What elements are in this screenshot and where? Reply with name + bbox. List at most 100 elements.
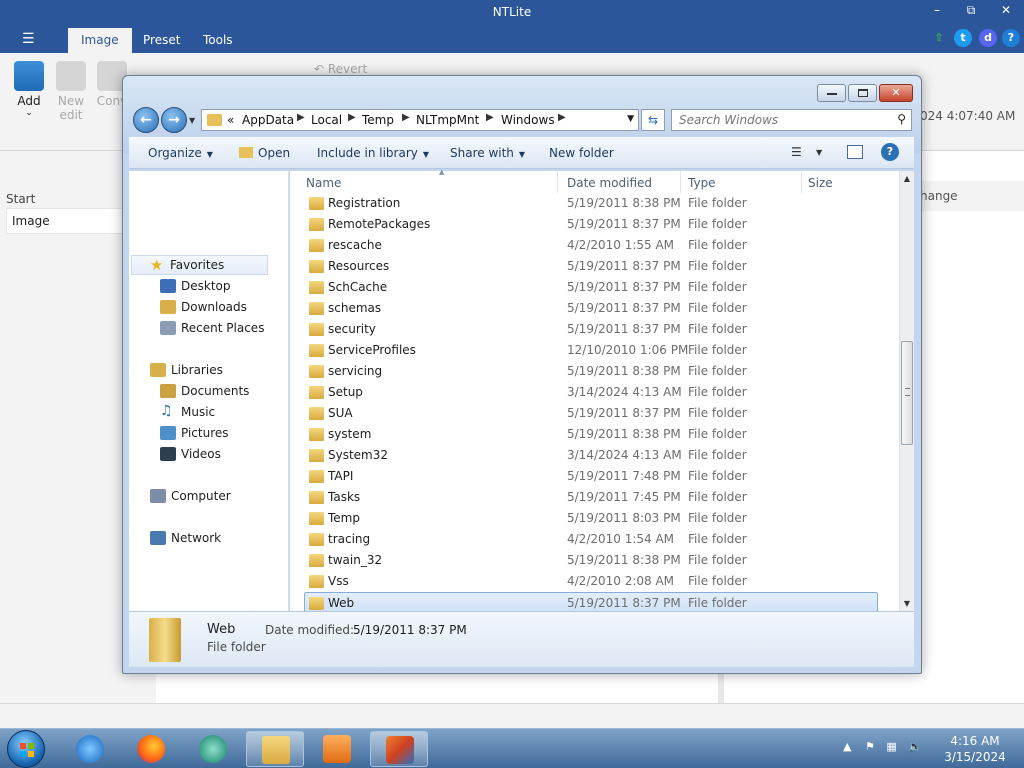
breadcrumb-separator-icon[interactable]: ▶ xyxy=(402,112,410,123)
breadcrumb-overflow[interactable]: « xyxy=(227,113,234,127)
close-button[interactable]: ✕ xyxy=(993,3,1019,21)
new-edit-button[interactable]: New edit xyxy=(51,61,91,122)
search-input[interactable] xyxy=(672,110,882,130)
preview-pane-icon[interactable] xyxy=(847,145,863,159)
scroll-down-icon[interactable]: ▼ xyxy=(900,596,914,611)
vertical-scrollbar[interactable]: ▲ ▼ xyxy=(899,171,914,611)
breadcrumb-local[interactable]: Local xyxy=(311,113,342,127)
help-icon[interactable]: ? xyxy=(881,143,899,161)
discord-icon[interactable]: d xyxy=(979,29,997,47)
table-row[interactable]: Vss 4/2/2010 2:08 AM File folder xyxy=(290,571,898,592)
table-row[interactable]: twain_32 5/19/2011 8:38 PM File folder xyxy=(290,550,898,571)
dialog-maximize-button[interactable] xyxy=(848,84,877,102)
breadcrumb-separator-icon[interactable]: ▶ xyxy=(297,112,305,123)
row-type: File folder xyxy=(688,301,747,315)
new-folder-label: New folder xyxy=(549,146,614,160)
ntlite-tab-bar: ☰ Image Preset Tools ⇧ t d ? xyxy=(0,25,1024,53)
table-row-selected[interactable]: Web 5/19/2011 8:37 PM File folder xyxy=(304,592,878,613)
tab-preset[interactable]: Preset xyxy=(130,28,193,53)
address-bar[interactable]: « AppData ▶ Local ▶ Temp ▶ NLTmpMnt ▶ Wi… xyxy=(201,109,639,131)
search-icon[interactable]: ⚲ xyxy=(897,112,906,126)
table-row[interactable]: ServiceProfiles 12/10/2010 1:06 PM File fo… xyxy=(290,340,898,361)
table-row[interactable]: schemas 5/19/2011 8:37 PM File folder xyxy=(290,298,898,319)
breadcrumb-separator-icon[interactable]: ▶ xyxy=(486,112,494,123)
update-arrow-icon[interactable]: ⇧ xyxy=(930,29,948,47)
column-header-name[interactable]: Name ▲ xyxy=(300,168,558,193)
desktop-icon xyxy=(160,279,176,293)
column-header-date[interactable]: Date modified xyxy=(561,171,681,193)
column-header-size[interactable]: Size xyxy=(802,171,882,193)
nav-favorites[interactable]: ★ Favorites xyxy=(131,255,268,275)
tray-expand-icon[interactable]: ▲ xyxy=(843,740,851,753)
breadcrumb-separator-icon[interactable]: ▶ xyxy=(348,112,356,123)
breadcrumb-separator-icon[interactable]: ▶ xyxy=(558,112,566,123)
table-row[interactable]: Registration 5/19/2011 8:38 PM File folder xyxy=(290,193,898,214)
table-row[interactable]: SchCache 5/19/2011 8:37 PM File folder xyxy=(290,277,898,298)
history-dropdown-icon[interactable]: ▼ xyxy=(189,116,195,125)
table-row[interactable]: system 5/19/2011 8:38 PM File folder xyxy=(290,424,898,445)
dialog-minimize-button[interactable] xyxy=(817,84,846,102)
include-in-library-button[interactable]: Include in library ▼ xyxy=(317,146,429,160)
scrollbar-thumb[interactable] xyxy=(901,341,913,445)
share-with-button[interactable]: Share with ▼ xyxy=(450,146,525,160)
row-date: 4/2/2010 1:55 AM xyxy=(567,238,675,252)
internet-explorer-taskbar-button[interactable] xyxy=(61,731,119,767)
add-button[interactable]: Add ⌄ xyxy=(9,61,49,118)
table-row[interactable]: System32 3/14/2024 4:13 AM File folder xyxy=(290,445,898,466)
table-row[interactable]: SUA 5/19/2011 8:37 PM File folder xyxy=(290,403,898,424)
restore-button[interactable]: ⧉ xyxy=(958,3,984,21)
table-row[interactable]: Temp 5/19/2011 8:03 PM File folder xyxy=(290,508,898,529)
table-row[interactable]: servicing 5/19/2011 8:38 PM File folder xyxy=(290,361,898,382)
row-date: 12/10/2010 1:06 PM xyxy=(567,343,689,357)
volume-muted-icon[interactable]: 🔈 xyxy=(908,740,922,753)
network-status-icon[interactable]: ▦ xyxy=(886,740,896,753)
explorer-taskbar-button[interactable] xyxy=(246,731,304,767)
file-list: Name ▲ Date modified Type Size Registrati… xyxy=(290,168,914,613)
breadcrumb-windows[interactable]: Windows xyxy=(501,113,555,127)
row-name: SUA xyxy=(328,406,353,420)
row-name: Vss xyxy=(328,574,349,588)
table-row[interactable]: RemotePackages 5/19/2011 8:37 PM File fold… xyxy=(290,214,898,235)
dialog-close-button[interactable]: ✕ xyxy=(879,84,913,102)
libraries-icon xyxy=(150,363,166,377)
view-dropdown-icon[interactable]: ▼ xyxy=(816,148,822,157)
table-row[interactable]: Setup 3/14/2024 4:13 AM File folder xyxy=(290,382,898,403)
breadcrumb-nltmpmnt[interactable]: NLTmpMnt xyxy=(416,113,479,127)
clock[interactable]: 4:16 AM 3/15/2024 xyxy=(940,733,1010,765)
firefox-taskbar-button[interactable] xyxy=(122,731,180,767)
table-row[interactable]: security 5/19/2011 8:37 PM File folder xyxy=(290,319,898,340)
table-row[interactable]: Resources 5/19/2011 8:37 PM File folder xyxy=(290,256,898,277)
table-row[interactable]: tracing 4/2/2010 1:54 AM File folder xyxy=(290,529,898,550)
tab-image[interactable]: Image xyxy=(68,28,132,53)
column-header-type[interactable]: Type xyxy=(682,171,802,193)
table-row[interactable]: rescache 4/2/2010 1:55 AM File folder xyxy=(290,235,898,256)
breadcrumb-temp[interactable]: Temp xyxy=(362,113,394,127)
change-date-text: 024 4:07:40 AM xyxy=(920,109,1016,123)
forward-arrow-icon[interactable]: → xyxy=(161,107,187,133)
new-folder-button[interactable]: New folder xyxy=(549,146,614,160)
table-row[interactable]: Tasks 5/19/2011 7:45 PM File folder xyxy=(290,487,898,508)
minimize-button[interactable]: – xyxy=(924,3,950,21)
media-player-taskbar-button[interactable] xyxy=(308,731,366,767)
scroll-up-icon[interactable]: ▲ xyxy=(900,171,914,186)
row-type: File folder xyxy=(688,511,747,525)
view-options-icon[interactable]: ☰ xyxy=(791,145,802,159)
tab-tools[interactable]: Tools xyxy=(190,28,246,53)
start-button[interactable] xyxy=(7,730,45,768)
revert-button[interactable]: ↶ Revert xyxy=(314,62,367,76)
hamburger-icon[interactable]: ☰ xyxy=(22,31,35,47)
back-arrow-icon[interactable]: ← xyxy=(133,107,159,133)
organize-button[interactable]: Organize ▼ xyxy=(148,146,213,160)
action-center-flag-icon[interactable]: ⚑ xyxy=(865,740,875,753)
row-date: 4/2/2010 1:54 AM xyxy=(567,532,675,546)
breadcrumb-appdata[interactable]: AppData xyxy=(242,113,294,127)
address-dropdown-icon[interactable]: ▼ xyxy=(627,114,634,124)
search-box[interactable]: ⚲ xyxy=(671,109,912,131)
help-icon[interactable]: ? xyxy=(1002,29,1020,47)
open-button[interactable]: Open xyxy=(239,146,290,160)
refresh-icon[interactable]: ⇆ xyxy=(641,109,665,131)
ntlite-taskbar-button[interactable] xyxy=(370,731,428,767)
media-app-taskbar-button[interactable] xyxy=(184,731,242,767)
table-row[interactable]: TAPI 5/19/2011 7:48 PM File folder xyxy=(290,466,898,487)
twitter-icon[interactable]: t xyxy=(954,29,972,47)
